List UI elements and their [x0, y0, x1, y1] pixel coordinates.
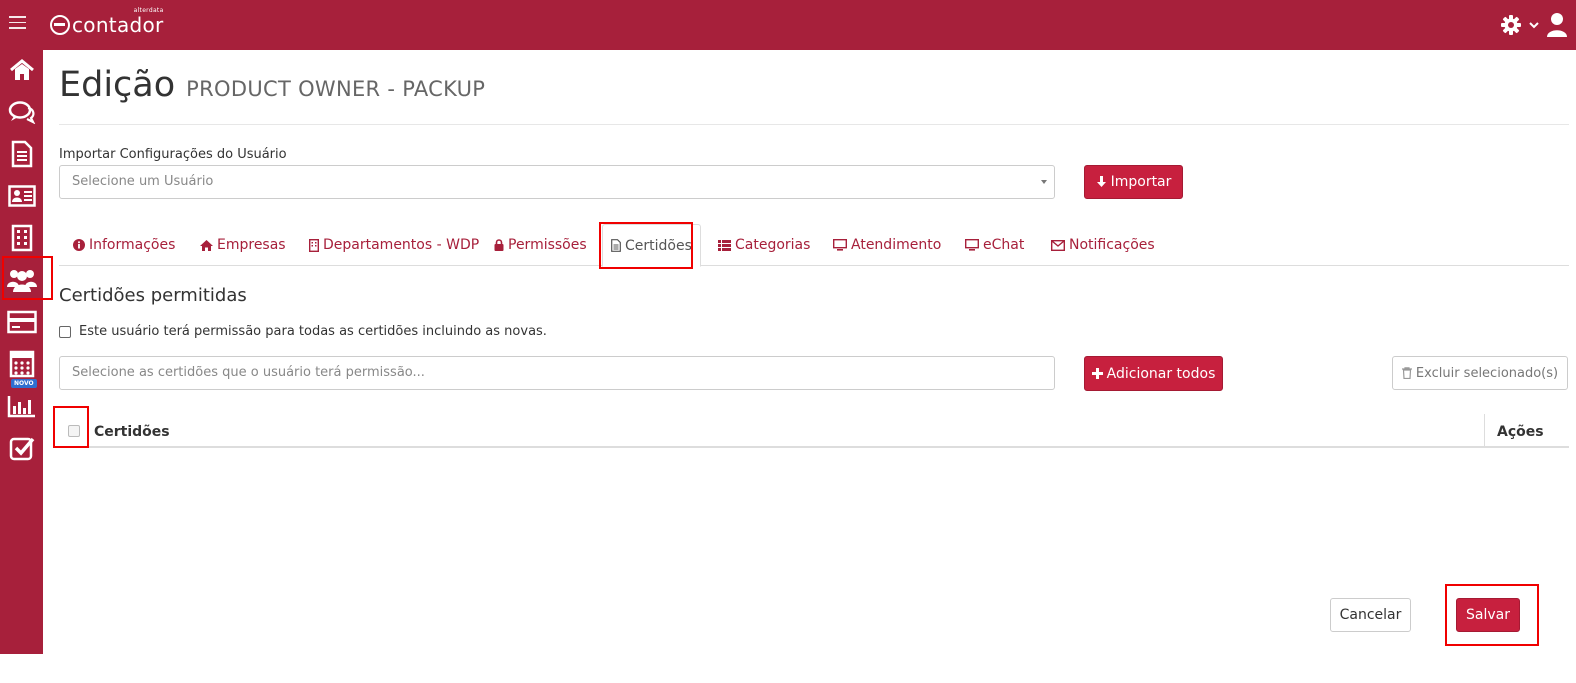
list-icon [718, 239, 731, 251]
lock-icon [494, 239, 504, 251]
tab-departamentos-label: Departamentos - WDP [323, 237, 480, 253]
tab-echat-label: eChat [983, 237, 1025, 253]
tab-departamentos[interactable]: Departamentos - WDP [309, 224, 479, 266]
import-user-select-value: Selecione um Usuário [72, 174, 214, 189]
certidoes-search-placeholder: Selecione as certidões que o usuário ter… [72, 365, 425, 380]
building-icon [11, 224, 33, 252]
logo-e-icon [50, 15, 70, 35]
sidebar-calculator[interactable] [0, 344, 43, 384]
envelope-icon [1051, 239, 1065, 251]
cancel-button[interactable]: Cancelar [1330, 598, 1411, 632]
menu-toggle-icon[interactable] [9, 16, 26, 30]
users-icon [6, 267, 37, 293]
home-icon [200, 239, 213, 251]
document-icon [11, 140, 33, 168]
tab-atendimento-label: Atendimento [851, 237, 942, 253]
sidebar-companies[interactable] [0, 218, 43, 258]
calculator-icon [9, 350, 35, 378]
column-acoes: Ações [1497, 424, 1544, 440]
id-card-icon [7, 185, 36, 207]
file-text-icon [611, 239, 621, 252]
sidebar-tasks[interactable] [0, 428, 43, 468]
certidoes-table-header: Certidões Ações [59, 414, 1569, 448]
divider [59, 124, 1569, 125]
tab-informacoes[interactable]: Informações [73, 224, 175, 266]
certidoes-search-input[interactable]: Selecione as certidões que o usuário ter… [59, 356, 1055, 390]
page-subtitle: PRODUCT OWNER - PACKUP [186, 77, 486, 101]
delete-selected-label: Excluir selecionado(s) [1415, 365, 1559, 381]
tab-notificacoes[interactable]: Notificações [1051, 224, 1155, 266]
logo-text: contador alterdata [72, 7, 164, 37]
tab-informacoes-label: Informações [89, 237, 176, 253]
tab-echat[interactable]: eChat [965, 224, 1024, 266]
logo-small-text: alterdata [133, 7, 164, 14]
tab-certidoes[interactable]: Certidões [602, 224, 701, 267]
page-title: Edição PRODUCT OWNER - PACKUP [59, 65, 485, 105]
gear-icon[interactable] [1500, 14, 1522, 36]
chevron-down-icon[interactable] [1528, 20, 1540, 30]
info-circle-icon [73, 239, 85, 251]
sidebar-chat[interactable] [0, 92, 43, 132]
app-logo[interactable]: contador alterdata [50, 7, 164, 40]
tab-notificacoes-label: Notificações [1069, 237, 1155, 253]
tab-permissoes[interactable]: Permissões [494, 224, 587, 266]
tab-categorias-label: Categorias [735, 237, 811, 253]
building-icon [309, 238, 319, 252]
delete-selected-button[interactable]: Excluir selecionado(s) [1392, 356, 1568, 390]
bar-chart-icon [7, 394, 37, 418]
tab-categorias[interactable]: Categorias [718, 224, 810, 266]
chat-icon [8, 100, 36, 124]
tab-atendimento[interactable]: Atendimento [833, 224, 941, 266]
section-title: Certidões permitidas [59, 285, 247, 306]
sidebar-documents[interactable] [0, 134, 43, 174]
tab-permissoes-label: Permissões [508, 237, 587, 253]
column-separator [1484, 414, 1485, 446]
caret-down-icon [1041, 180, 1047, 184]
monitor-icon [833, 239, 847, 251]
all-certidoes-checkbox[interactable] [59, 326, 71, 338]
page-title-main: Edição [59, 65, 176, 105]
import-user-select[interactable]: Selecione um Usuário [59, 165, 1055, 199]
import-button[interactable]: Importar [1084, 165, 1183, 199]
tab-certidoes-label: Certidões [625, 237, 692, 254]
home-icon [9, 59, 35, 81]
tab-bar: Informações Empresas Departamentos - WDP… [59, 224, 1569, 267]
tab-empresas-label: Empresas [217, 237, 286, 253]
main-content: Edição PRODUCT OWNER - PACKUP Importar C… [43, 50, 1576, 683]
user-icon[interactable] [1546, 12, 1568, 38]
sidebar-users[interactable] [0, 260, 43, 300]
add-all-button[interactable]: Adicionar todos [1084, 356, 1223, 391]
plus-icon [1091, 368, 1103, 379]
all-certidoes-label: Este usuário terá permissão para todas a… [79, 324, 547, 339]
import-label: Importar Configurações do Usuário [59, 147, 287, 162]
sidebar-contacts[interactable] [0, 176, 43, 216]
save-button[interactable]: Salvar [1456, 598, 1520, 632]
sidebar-home[interactable] [0, 50, 43, 90]
sidebar-reports[interactable] [0, 386, 43, 426]
arrow-down-icon [1096, 176, 1107, 188]
monitor-icon [965, 239, 979, 251]
add-all-button-label: Adicionar todos [1106, 365, 1216, 382]
top-bar: contador alterdata [0, 0, 1576, 50]
sidebar-billing[interactable] [0, 302, 43, 342]
column-certidoes: Certidões [94, 424, 170, 440]
tab-empresas[interactable]: Empresas [200, 224, 286, 266]
import-button-label: Importar [1110, 174, 1172, 190]
sidebar: NOVO [0, 50, 43, 654]
checkbox-icon [9, 435, 35, 461]
credit-card-icon [6, 310, 37, 334]
trash-icon [1401, 367, 1412, 379]
select-all-checkbox[interactable] [68, 425, 80, 437]
